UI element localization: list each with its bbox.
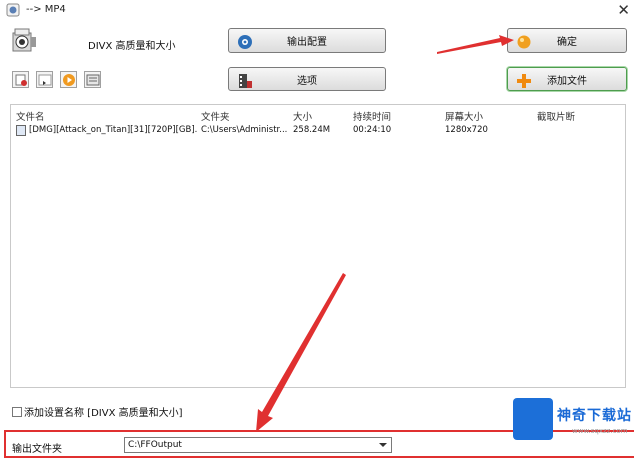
col-folder[interactable]: 文件夹 [201,109,230,123]
settings-disc-icon [238,35,252,49]
col-filename[interactable]: 文件名 [16,109,45,123]
file-folder: C:\Users\Administr... [201,125,287,135]
play-preview-button[interactable] [60,71,77,88]
add-setting-label: 添加设置名称 [DIVX 高质量和大小] [24,408,183,419]
file-list[interactable]: 文件名 文件夹 大小 持续时间 屏幕大小 截取片断 [DMG][Attack_o… [10,104,626,388]
window-title: --> MP4 [26,4,66,15]
options-label: 选项 [297,75,317,87]
info-panel-icon [86,74,100,86]
add-setting-name-option[interactable]: 添加设置名称 [DIVX 高质量和大小] [12,404,183,419]
preset-name: DIVX 高质量和大小 [88,41,176,52]
chevron-down-icon[interactable] [379,443,387,447]
options-button[interactable]: 选项 [228,67,386,91]
output-config-label: 输出配置 [287,37,327,48]
ok-button[interactable]: 确定 [507,28,627,53]
watermark-brand: 神奇下载站 [557,408,632,424]
file-list-header: 文件名 文件夹 大小 持续时间 屏幕大小 截取片断 [11,105,625,123]
col-size[interactable]: 大小 [293,109,312,123]
close-icon[interactable]: ✕ [617,1,630,19]
orange-play-icon [63,74,75,86]
col-clip[interactable]: 截取片断 [537,109,575,123]
remove-icon [15,74,27,86]
file-size: 258.24M [293,125,331,135]
arrow-to-ok [437,35,514,54]
play-icon [38,74,52,86]
video-file-icon [16,125,26,136]
video-preset-icon [12,28,36,52]
media-info-button[interactable] [84,71,101,88]
output-folder-select[interactable]: C:\FFOutput [124,437,392,453]
add-file-button[interactable]: 添加文件 [507,67,627,91]
orange-ball-icon [517,35,531,49]
output-folder-value: C:\FFOutput [128,440,182,450]
remove-file-button[interactable] [12,71,29,88]
watermark-url: www.sqxzz.com [572,427,628,435]
file-screen-size: 1280x720 [445,125,488,135]
col-duration[interactable]: 持续时间 [353,109,391,123]
col-screen-size[interactable]: 屏幕大小 [445,109,483,123]
film-options-icon [239,74,252,88]
output-config-button[interactable]: 输出配置 [228,28,386,53]
format-factory-icon [6,3,20,17]
add-setting-checkbox[interactable] [12,406,22,417]
title-bar: --> MP4 ✕ [0,0,638,22]
play-small-button[interactable] [36,71,53,88]
output-folder-label: 输出文件夹 [12,444,62,455]
watermark-logo [513,398,553,440]
add-file-label: 添加文件 [547,75,587,87]
file-duration: 00:24:10 [353,125,392,135]
plus-icon [517,74,531,88]
table-row[interactable]: [DMG][Attack_on_Titan][31][720P][GB].mp4… [11,123,625,138]
file-name: [DMG][Attack_on_Titan][31][720P][GB].mp4 [29,125,197,135]
ok-label: 确定 [557,37,577,48]
